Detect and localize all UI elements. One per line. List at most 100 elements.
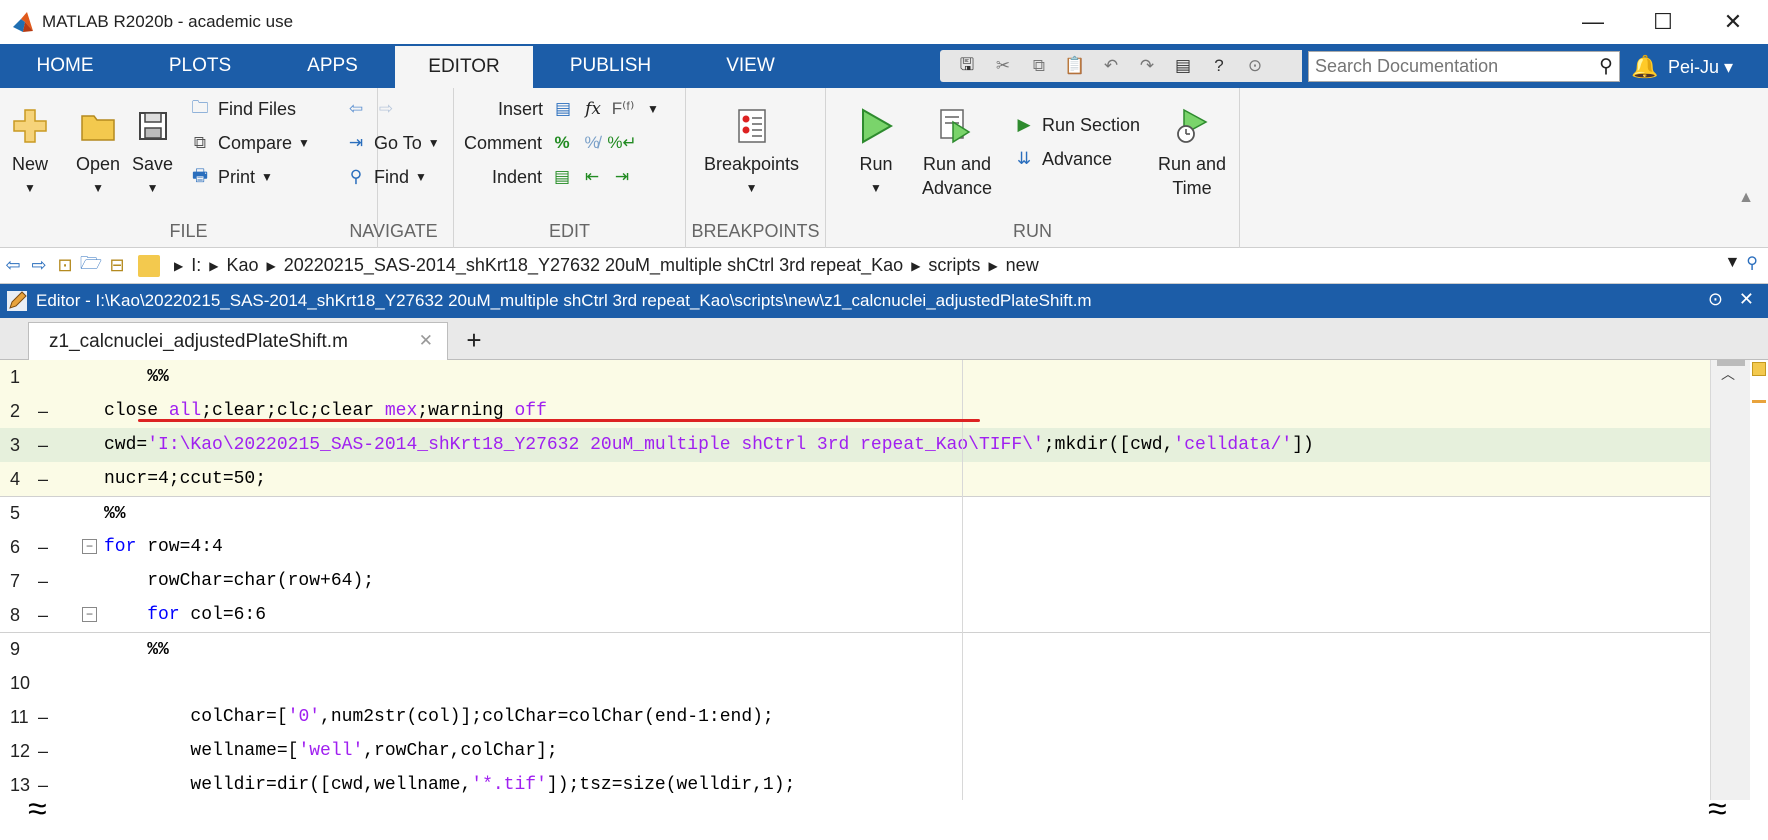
- go-to-button[interactable]: ⇥ Go To ▼: [344, 128, 440, 158]
- insert-button[interactable]: Insert ▤ fx F⁽ᶠ⁾ ▼: [498, 94, 659, 124]
- breadcrumb-item[interactable]: 20220215_SAS-2014_shKrt18_Y27632 20uM_mu…: [284, 255, 903, 276]
- fold-toggle-icon[interactable]: −: [82, 607, 97, 622]
- code-line[interactable]: 3 – cwd='I:\Kao\20220215_SAS-2014_shKrt1…: [0, 428, 1710, 462]
- tab-view[interactable]: VIEW: [688, 44, 813, 88]
- line-dash[interactable]: –: [38, 469, 48, 490]
- breadcrumb-arrow-icon[interactable]: ▶: [209, 259, 218, 273]
- breadcrumb-item[interactable]: scripts: [928, 255, 980, 276]
- run-section-button[interactable]: ▶ Run Section: [1012, 110, 1140, 140]
- line-dash[interactable]: –: [38, 401, 48, 422]
- back-arrow-icon[interactable]: ⇦: [344, 97, 368, 121]
- vertical-scrollbar[interactable]: ︿: [1710, 360, 1750, 800]
- minimize-button[interactable]: —: [1558, 0, 1628, 44]
- indent-button[interactable]: Indent ▤ ⇤ ⇥: [492, 162, 640, 192]
- tab-editor[interactable]: EDITOR: [395, 44, 533, 88]
- line-dash[interactable]: –: [38, 571, 48, 592]
- help-icon[interactable]: ?: [1206, 54, 1232, 78]
- collapse-toolstrip-icon[interactable]: ▲: [1738, 189, 1754, 207]
- forward-arrow-icon[interactable]: ⇨: [374, 97, 398, 121]
- fold-toggle-icon[interactable]: −: [82, 539, 97, 554]
- notification-bell-icon[interactable]: 🔔: [1630, 52, 1660, 82]
- code-line[interactable]: 12 – wellname=['well',rowChar,colChar];: [0, 734, 1710, 768]
- breadcrumb-arrow-icon[interactable]: ▶: [988, 259, 997, 273]
- insert-section-icon[interactable]: ▤: [551, 97, 575, 121]
- user-menu[interactable]: Pei-Ju ▾: [1668, 52, 1733, 82]
- insert-fi-icon[interactable]: F⁽ᶠ⁾: [611, 97, 635, 121]
- increase-indent-icon[interactable]: ⇥: [610, 165, 634, 189]
- run-and-time-button[interactable]: Run and Time: [1158, 106, 1226, 200]
- wrap-comments-icon[interactable]: %↵: [607, 131, 636, 155]
- close-tab-icon[interactable]: ✕: [419, 331, 433, 351]
- compare-button[interactable]: ⧉ Compare ▼: [188, 128, 310, 158]
- comment-button[interactable]: Comment % %̸ %↵: [464, 128, 640, 158]
- tab-document[interactable]: z1_calcnuclei_adjustedPlateShift.m ✕: [28, 322, 448, 360]
- line-dash[interactable]: –: [38, 537, 48, 558]
- address-dropdown-icon[interactable]: ▼: [1724, 254, 1740, 272]
- breadcrumb-item[interactable]: I:: [191, 255, 201, 276]
- code-line[interactable]: 1 %%: [0, 360, 1710, 394]
- maximize-button[interactable]: ☐: [1628, 0, 1698, 44]
- breadcrumb-item[interactable]: new: [1006, 255, 1039, 276]
- insert-function-icon[interactable]: fx: [581, 97, 605, 121]
- search-folder-icon[interactable]: ⚲: [1746, 253, 1758, 273]
- back-arrow-icon[interactable]: ⇦: [0, 253, 26, 279]
- code-line[interactable]: 9 %%: [0, 632, 1710, 666]
- up-folder-icon[interactable]: ⊡: [52, 253, 78, 279]
- breakpoints-button[interactable]: Breakpoints ▼: [704, 106, 799, 200]
- editor-actions-icon[interactable]: ⊙: [1708, 289, 1723, 310]
- new-button[interactable]: New ▼: [10, 106, 50, 200]
- code-line[interactable]: 5 %%: [0, 496, 1710, 530]
- line-dash[interactable]: –: [38, 605, 48, 626]
- tab-plots[interactable]: PLOTS: [130, 44, 270, 88]
- scroll-up-icon[interactable]: ︿: [1721, 364, 1735, 384]
- search-input[interactable]: [1309, 56, 1579, 77]
- tab-publish[interactable]: PUBLISH: [533, 44, 688, 88]
- back-forward-buttons[interactable]: ⇦ ⇨: [344, 94, 404, 124]
- uncomment-icon[interactable]: %̸: [580, 131, 604, 155]
- comment-icon[interactable]: %: [550, 131, 574, 155]
- forward-arrow-icon[interactable]: ⇨: [26, 253, 52, 279]
- code-editor[interactable]: 1 %% 2 – close all;clear;clc;clear mex;w…: [0, 360, 1768, 840]
- warning-indicator-icon[interactable]: [1752, 362, 1766, 376]
- browse-folder-icon[interactable]: 🗁: [78, 253, 104, 279]
- code-line[interactable]: 10: [0, 666, 1710, 700]
- search-icon[interactable]: ⚲: [1599, 55, 1613, 78]
- save-button[interactable]: Save ▼: [132, 106, 173, 200]
- line-dash[interactable]: –: [38, 435, 48, 456]
- add-tab-button[interactable]: +: [454, 322, 494, 358]
- code-line[interactable]: 2 – close all;clear;clc;clear mex;warnin…: [0, 394, 1710, 428]
- decrease-indent-icon[interactable]: ⇤: [580, 165, 604, 189]
- run-button[interactable]: Run ▼: [856, 106, 896, 200]
- tab-apps[interactable]: APPS: [270, 44, 395, 88]
- close-button[interactable]: ✕: [1698, 0, 1768, 44]
- smart-indent-icon[interactable]: ▤: [550, 165, 574, 189]
- breadcrumb-arrow-icon[interactable]: ▶: [174, 259, 183, 273]
- breadcrumb-arrow-icon[interactable]: ▶: [911, 259, 920, 273]
- code-line[interactable]: 7 – rowChar=char(row+64);: [0, 564, 1710, 598]
- redo-icon[interactable]: ↷: [1134, 54, 1160, 78]
- chevron-down-icon[interactable]: ▼: [647, 102, 659, 116]
- run-and-advance-button[interactable]: Run and Advance: [922, 106, 992, 200]
- find-files-button[interactable]: 🗀 Find Files: [188, 94, 297, 124]
- paste-icon[interactable]: 📋: [1062, 54, 1088, 78]
- save-icon[interactable]: 🖫: [954, 54, 980, 78]
- cut-icon[interactable]: ✂: [990, 54, 1016, 78]
- options-icon[interactable]: ⊙: [1242, 54, 1268, 78]
- code-line[interactable]: 4 – nucr=4;ccut=50;: [0, 462, 1710, 496]
- code-line[interactable]: 11 – colChar=['0',num2str(col)];colChar=…: [0, 700, 1710, 734]
- find-button[interactable]: ⚲ Find ▼: [344, 162, 427, 192]
- undo-icon[interactable]: ↶: [1098, 54, 1124, 78]
- close-editor-icon[interactable]: ✕: [1739, 289, 1754, 310]
- open-button[interactable]: Open ▼: [76, 106, 120, 200]
- line-dash[interactable]: –: [38, 741, 48, 762]
- code-line[interactable]: 13 – welldir=dir([cwd,wellname,'*.tif'])…: [0, 768, 1710, 802]
- copy-icon[interactable]: ⧉: [1026, 54, 1052, 78]
- code-line[interactable]: 6 – − for row=4:4: [0, 530, 1710, 564]
- advance-button[interactable]: ⇊ Advance: [1012, 144, 1112, 174]
- print-button[interactable]: 🖶 Print ▼: [188, 162, 273, 192]
- switch-windows-icon[interactable]: ▤: [1170, 54, 1196, 78]
- line-dash[interactable]: –: [38, 707, 48, 728]
- breadcrumb-item[interactable]: Kao: [226, 255, 258, 276]
- warning-marker-icon[interactable]: [1752, 400, 1766, 403]
- code-line[interactable]: 8 – − for col=6:6: [0, 598, 1710, 632]
